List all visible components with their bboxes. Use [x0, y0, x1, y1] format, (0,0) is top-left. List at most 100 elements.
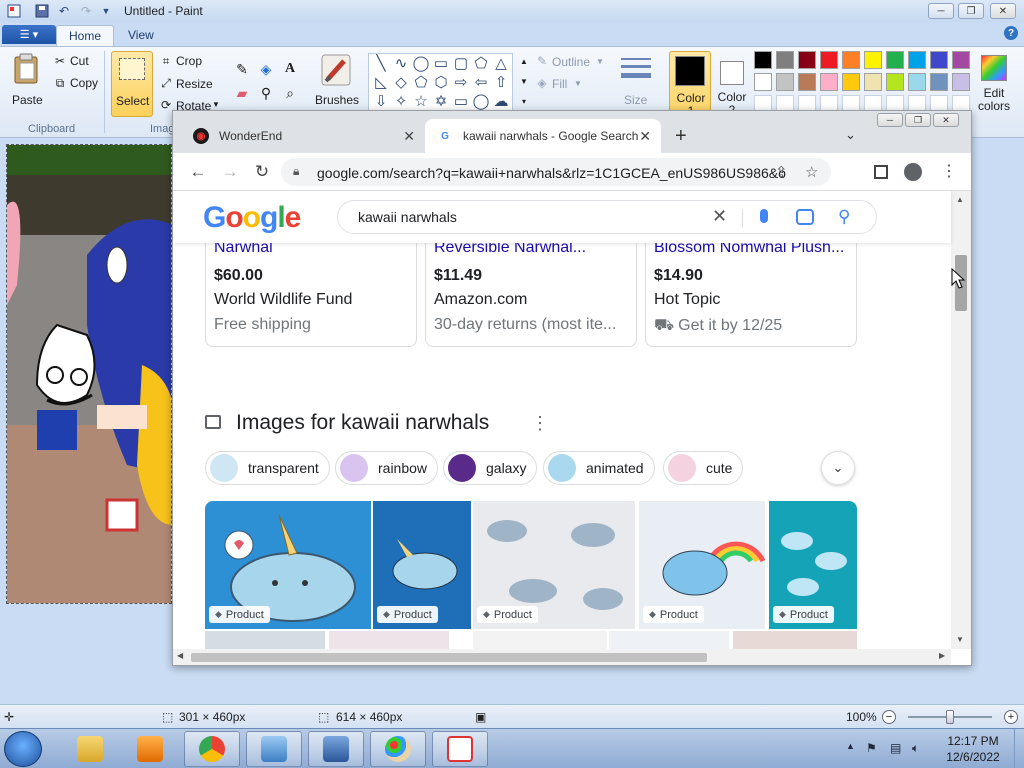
color-swatch[interactable] [864, 51, 882, 69]
color-swatch[interactable] [930, 73, 948, 91]
close-tab-icon[interactable]: ✕ [639, 128, 651, 145]
size-button[interactable]: Size [614, 51, 658, 117]
image-thumbnail[interactable]: ◆ Product [639, 501, 765, 629]
new-tab-icon[interactable]: + [675, 125, 687, 148]
right-arrow-shape-icon[interactable]: ⇨ [451, 73, 471, 91]
vertical-scrollbar[interactable]: ▲ ▼ [951, 191, 971, 649]
paint-app-icon[interactable] [6, 3, 22, 19]
chip-animated[interactable]: animated [543, 451, 655, 485]
fill-dropdown-icon[interactable]: ▼ [574, 79, 582, 88]
rounded-rectangle-shape-icon[interactable]: ▢ [451, 54, 471, 72]
scroll-up-icon[interactable]: ▲ [956, 195, 964, 204]
triangle-shape-icon[interactable]: △ [491, 54, 511, 72]
chip-rainbow[interactable]: rainbow [335, 451, 439, 485]
shapes-expand-icon[interactable]: ▾ [516, 93, 532, 109]
shapes-scroll-up-icon[interactable]: ▲ [516, 53, 532, 69]
lens-search-icon[interactable] [796, 209, 814, 225]
google-search-box[interactable]: kawaii narwhals ✕ ⚲ [337, 200, 877, 234]
taskbar-control-panel-button[interactable] [246, 731, 302, 767]
reload-icon[interactable]: ↻ [251, 161, 273, 183]
chip-cute[interactable]: cute [663, 451, 744, 485]
clock-time[interactable]: 12:17 PM [938, 734, 1008, 748]
chrome-minimize-button[interactable]: ─ [877, 113, 903, 127]
paint-minimize-button[interactable]: ─ [928, 3, 954, 19]
image-thumbnail[interactable]: ◆ Product [769, 501, 857, 629]
taskbar-snipping-tool-button[interactable] [432, 731, 488, 767]
color-swatch[interactable] [798, 51, 816, 69]
zoom-slider-thumb[interactable] [946, 710, 954, 724]
clear-search-icon[interactable]: ✕ [712, 206, 727, 227]
color-swatch[interactable] [930, 51, 948, 69]
color-swatch[interactable] [842, 73, 860, 91]
chrome-maximize-button[interactable]: ❐ [905, 113, 931, 127]
horizontal-scroll-thumb[interactable] [191, 653, 707, 662]
color-swatch[interactable] [754, 73, 772, 91]
resize-icon[interactable]: ⤢ [158, 75, 174, 91]
show-desktop-button[interactable] [1014, 729, 1024, 768]
rectangle-shape-icon[interactable]: ▭ [431, 54, 451, 72]
tray-expand-icon[interactable]: ▲ [846, 741, 855, 751]
cloud-callout-shape-icon[interactable]: ☁ [491, 92, 511, 110]
color-swatch[interactable] [820, 51, 838, 69]
image-thumbnail[interactable]: ◆ Product [473, 501, 635, 629]
text-tool-icon[interactable]: A [280, 59, 300, 79]
zoom-in-button[interactable]: + [1004, 710, 1018, 724]
taskbar-computer-button[interactable] [308, 731, 364, 767]
copy-button[interactable]: Copy [70, 76, 98, 90]
outline-icon[interactable]: ✎ [534, 53, 550, 69]
redo-icon[interactable]: ↷ [78, 3, 94, 19]
polygon-shape-icon[interactable]: ⬠ [471, 54, 491, 72]
resize-button[interactable]: Resize [176, 77, 213, 91]
url-text[interactable]: google.com/search?q=kawaii+narwhals&rlz=… [317, 165, 787, 181]
cut-button[interactable]: Cut [70, 54, 89, 68]
color-swatch[interactable] [842, 51, 860, 69]
taskbar-media-player-button[interactable] [122, 731, 178, 767]
clock-date[interactable]: 12/6/2022 [938, 750, 1008, 764]
chrome-close-button[interactable]: ✕ [933, 113, 959, 127]
magnifier-icon[interactable]: ⌕ [280, 83, 300, 103]
network-icon[interactable]: ▤ [890, 741, 901, 755]
chip-galaxy[interactable]: galaxy [443, 451, 538, 485]
zoom-out-button[interactable]: − [882, 710, 896, 724]
color-swatch[interactable] [776, 51, 794, 69]
right-triangle-shape-icon[interactable]: ◺ [371, 73, 391, 91]
taskbar-paint-button[interactable] [370, 731, 426, 767]
tab-google-search[interactable]: G kawaii narwhals - Google Search ✕ [425, 119, 661, 153]
select-button[interactable]: Select [111, 51, 153, 117]
five-point-star-shape-icon[interactable]: ☆ [411, 92, 431, 110]
search-query[interactable]: kawaii narwhals [358, 209, 457, 225]
color-swatch[interactable] [908, 73, 926, 91]
line-shape-icon[interactable]: ╲ [371, 54, 391, 72]
share-icon[interactable]: ⇪ [775, 163, 788, 181]
left-arrow-shape-icon[interactable]: ⇦ [471, 73, 491, 91]
oval-shape-icon[interactable]: ◯ [411, 54, 431, 72]
hexagon-shape-icon[interactable]: ⬡ [431, 73, 451, 91]
down-arrow-shape-icon[interactable]: ⇩ [371, 92, 391, 110]
address-bar[interactable]: 🔒︎ google.com/search?q=kawaii+narwhals&r… [281, 158, 831, 186]
paint-menu-button[interactable]: ☰ ▾ [2, 25, 56, 44]
color-swatch[interactable] [952, 73, 970, 91]
chrome-menu-icon[interactable]: ⋮ [941, 161, 957, 181]
image-thumbnail[interactable]: ◆ Product [205, 501, 371, 629]
outline-button[interactable]: Outline [552, 55, 590, 69]
shapes-scroll-down-icon[interactable]: ▼ [516, 73, 532, 89]
color-swatch[interactable] [864, 73, 882, 91]
close-tab-icon[interactable]: ✕ [403, 128, 415, 145]
paste-button[interactable]: Paste [6, 51, 48, 117]
back-icon[interactable]: ← [187, 161, 209, 183]
tab-search-icon[interactable]: ⌄ [845, 127, 856, 143]
crop-icon[interactable]: ⌗ [158, 53, 174, 69]
scroll-left-icon[interactable]: ◀ [177, 651, 183, 660]
image-thumbnail[interactable]: ◆ Product [373, 501, 471, 629]
color-swatch[interactable] [776, 73, 794, 91]
copy-icon[interactable]: ⧉ [52, 75, 68, 91]
scroll-right-icon[interactable]: ▶ [939, 651, 945, 660]
customize-qat-icon[interactable]: ▼ [98, 3, 114, 19]
taskbar-chrome-button[interactable] [184, 731, 240, 767]
color-swatch[interactable] [754, 51, 772, 69]
google-doodle-logo[interactable]: Google [203, 201, 301, 235]
fill-bucket-icon[interactable]: ◈ [256, 59, 276, 79]
tab-home[interactable]: Home [56, 25, 115, 46]
canvas-image[interactable] [6, 144, 172, 604]
diamond-shape-icon[interactable]: ◇ [391, 73, 411, 91]
